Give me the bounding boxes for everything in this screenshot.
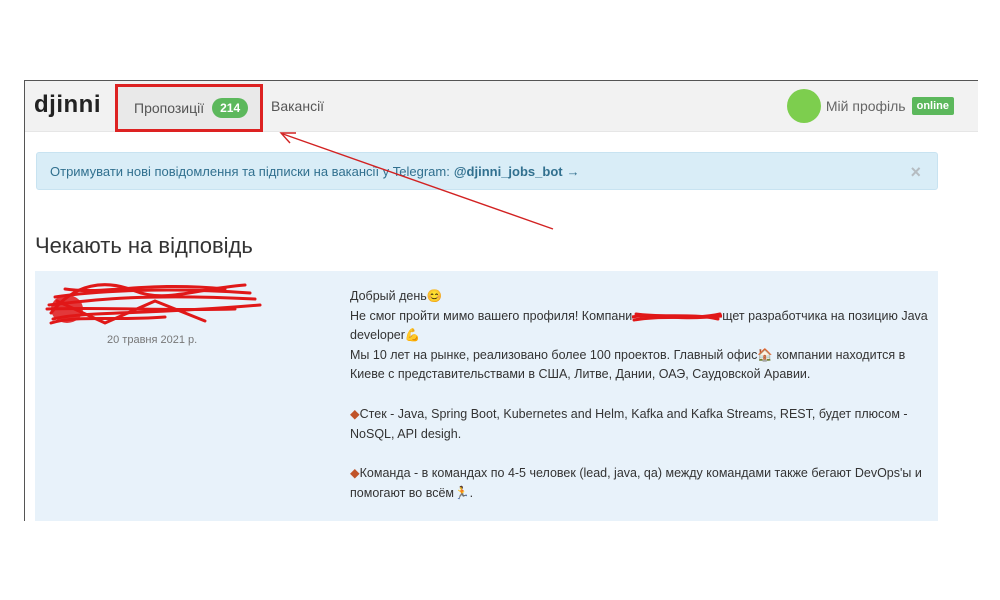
- profile-menu[interactable]: Мій профіль online: [786, 81, 954, 131]
- house-icon: 🏠: [757, 347, 773, 362]
- line1-part-a: Не смог пройти мимо вашего профиля! Комп…: [350, 308, 633, 323]
- greeting-text: Добрый день: [350, 289, 427, 303]
- message-line-2: Мы 10 лет на рынке, реализовано более 10…: [350, 346, 930, 385]
- close-icon[interactable]: ×: [910, 162, 921, 183]
- smile-icon: 😊: [426, 289, 443, 303]
- redaction-inline: [630, 310, 724, 322]
- telegram-bot-link[interactable]: @djinni_jobs_bot: [454, 164, 563, 179]
- arrow-right-icon: →: [566, 163, 580, 179]
- telegram-alert: Отримувати нові повідомлення та підписки…: [36, 152, 938, 190]
- top-navbar: djinni Пропозиції 214 Вакансії Мій профі…: [25, 81, 978, 132]
- alert-text: Отримувати нові повідомлення та підписки…: [50, 163, 450, 179]
- message-line-1: Не смог пройти мимо вашего профиля! Комп…: [350, 307, 930, 346]
- line2-part-a: Мы 10 лет на рынке, реализовано более 10…: [350, 347, 758, 362]
- team-text: Команда - в командах по 4-5 человек (lea…: [350, 466, 922, 500]
- message-greeting: Добрый день😊: [350, 287, 930, 307]
- tab-offers[interactable]: Пропозиції 214: [115, 84, 263, 132]
- offers-count-badge: 214: [212, 98, 249, 118]
- flexed-biceps-icon: 💪: [404, 328, 421, 343]
- runner-icon: 🏃: [454, 485, 470, 500]
- tab-jobs[interactable]: Вакансії: [271, 81, 324, 131]
- stack-text: Стек - Java, Spring Boot, Kubernetes and…: [350, 406, 908, 441]
- message-date: 20 травня 2021 р.: [107, 334, 198, 346]
- browser-viewport: djinni Пропозиції 214 Вакансії Мій профі…: [24, 80, 978, 521]
- online-status-badge: online: [911, 97, 954, 115]
- djinni-logo[interactable]: djinni: [34, 91, 101, 119]
- message-card[interactable]: 20 травня 2021 р. Добрый день😊 Не смог п…: [35, 271, 938, 521]
- message-team: ◆Команда - в командах по 4-5 человек (le…: [350, 464, 930, 503]
- diamond-icon: ◆: [350, 466, 360, 481]
- page-title: Чекають на відповідь: [35, 233, 253, 258]
- message-stack: ◆Стек - Java, Spring Boot, Kubernetes an…: [350, 405, 930, 444]
- profile-label[interactable]: Мій профіль: [826, 98, 906, 114]
- diamond-icon: ◆: [350, 406, 360, 421]
- redaction-scribble: [45, 283, 262, 325]
- tab-offers-label: Пропозиції: [134, 100, 205, 116]
- message-body: Добрый день😊 Не смог пройти мимо вашего …: [350, 287, 930, 503]
- avatar[interactable]: [786, 89, 821, 123]
